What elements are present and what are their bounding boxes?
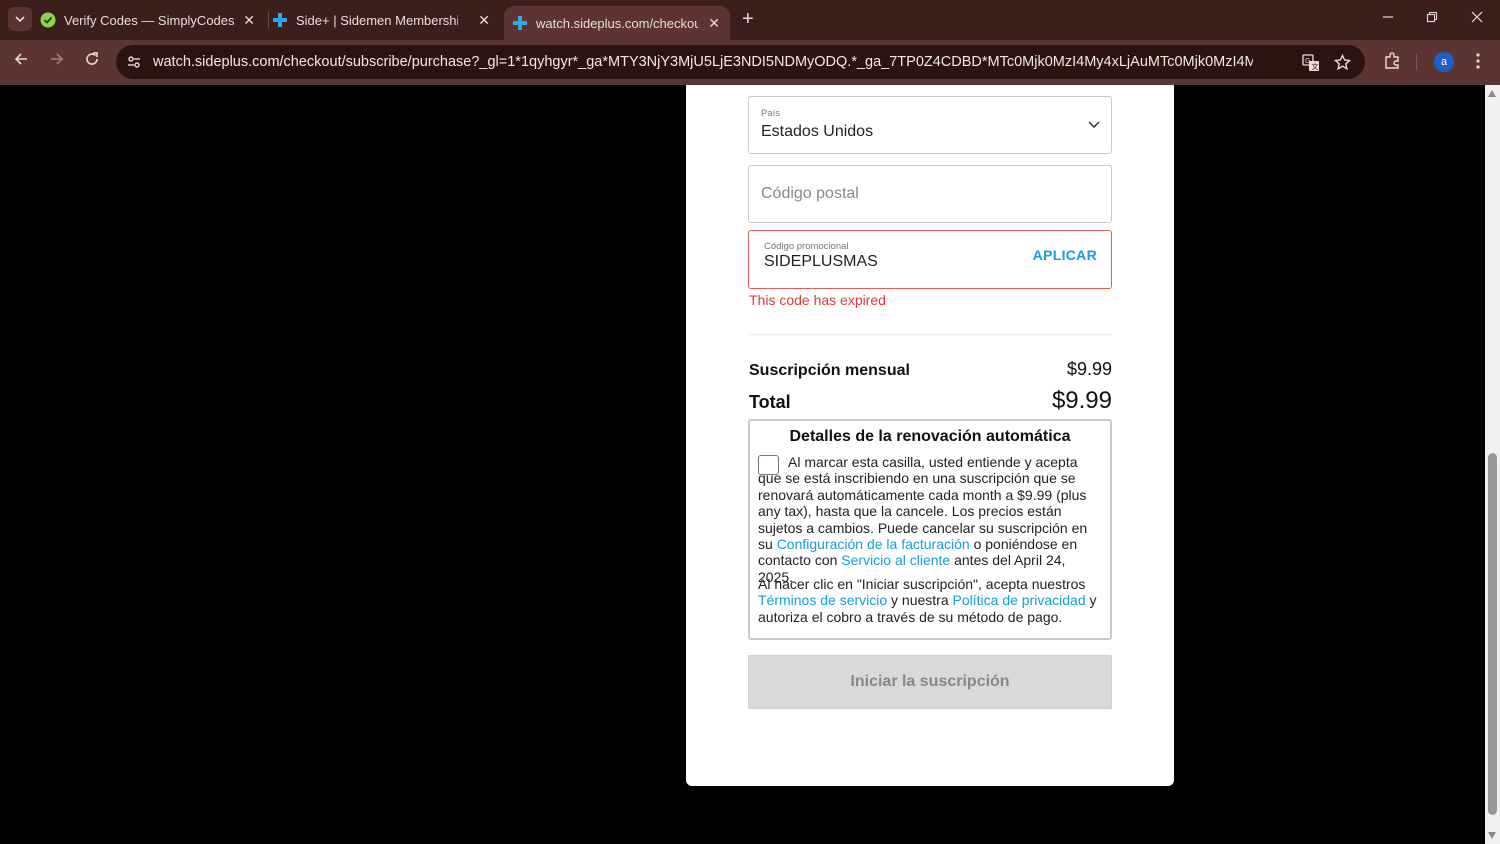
close-icon[interactable]: ✕ <box>243 12 255 29</box>
country-label: País <box>761 108 781 119</box>
tab-title: Verify Codes — SimplyCodes <box>64 12 234 28</box>
extensions-icon[interactable] <box>1383 52 1401 75</box>
promo-code-value: SIDEPLUSMAS <box>764 253 878 270</box>
divider <box>748 334 1112 335</box>
customer-service-link[interactable]: Servicio al cliente <box>841 552 950 568</box>
reload-icon <box>86 52 98 65</box>
close-window-button[interactable] <box>1471 10 1483 26</box>
subscription-label: Suscripción mensual <box>749 362 910 379</box>
terms-text-part: y nuestra <box>887 592 953 609</box>
restore-icon <box>1426 11 1438 23</box>
promo-error-message: This code has expired <box>749 292 886 308</box>
svg-text:G: G <box>1305 57 1310 65</box>
country-select[interactable]: País Estados Unidos <box>748 96 1112 154</box>
subscription-price: $9.99 <box>1066 359 1112 379</box>
tab-simplycodes[interactable]: Verify Codes — SimplyCodes ✕ <box>40 6 265 34</box>
profile-avatar[interactable]: a <box>1434 52 1454 72</box>
sideplus-icon <box>272 12 288 28</box>
billing-settings-link[interactable]: Configuración de la facturación <box>777 536 970 552</box>
tab-title: watch.sideplus.com/checkout/s <box>536 15 698 31</box>
auto-renewal-consent-text: Al marcar esta casilla, usted entiende y… <box>758 454 1104 585</box>
address-bar[interactable]: watch.sideplus.com/checkout/subscribe/pu… <box>116 45 1365 79</box>
menu-kebab-icon[interactable] <box>1472 52 1484 75</box>
translate-icon[interactable]: G文 <box>1302 54 1320 77</box>
auto-renewal-box: Detalles de la renovación automática Al … <box>748 419 1112 640</box>
restore-button[interactable] <box>1426 10 1438 26</box>
terms-of-service-link[interactable]: Términos de servicio <box>758 592 887 608</box>
arrow-left-icon <box>14 53 27 65</box>
sideplus-icon <box>512 15 528 31</box>
apply-promo-button[interactable]: APLICAR <box>1033 247 1097 263</box>
svg-text:文: 文 <box>1312 62 1319 71</box>
country-value: Estados Unidos <box>761 123 874 140</box>
back-button[interactable] <box>13 51 29 72</box>
total-row: Total $9.99 <box>749 387 1112 415</box>
privacy-policy-link[interactable]: Política de privacidad <box>953 592 1086 608</box>
new-tab-button[interactable]: + <box>742 9 754 29</box>
start-subscription-button[interactable]: Iniciar la suscripción <box>748 655 1112 709</box>
url-text[interactable]: watch.sideplus.com/checkout/subscribe/pu… <box>153 54 1253 70</box>
postal-code-input[interactable]: Código postal <box>748 165 1112 223</box>
close-icon <box>1471 11 1483 23</box>
minimize-icon <box>1383 16 1393 18</box>
reload-button[interactable] <box>84 51 100 72</box>
tab-sidemen-membership[interactable]: Side+ | Sidemen Membership C ✕ <box>272 6 500 34</box>
auto-renewal-title: Detalles de la renovación automática <box>789 428 1071 445</box>
bookmark-star-icon[interactable] <box>1333 53 1352 76</box>
tab-separator <box>268 12 269 28</box>
promo-code-label: Código promocional <box>764 241 849 252</box>
tab-title: Side+ | Sidemen Membership C <box>296 12 458 28</box>
tab-checkout[interactable]: watch.sideplus.com/checkout/s ✕ <box>504 6 730 40</box>
checkout-card: País Estados Unidos Código postal Código… <box>686 85 1174 786</box>
terms-text: Al hacer clic en "Iniciar suscripción", … <box>758 576 1104 625</box>
close-icon[interactable]: ✕ <box>478 12 490 29</box>
toolbar-separator <box>1416 54 1417 70</box>
arrow-right-icon <box>51 53 64 65</box>
page-viewport: País Estados Unidos Código postal Código… <box>0 85 1500 844</box>
promo-code-input[interactable]: Código promocional SIDEPLUSMAS APLICAR <box>748 230 1112 289</box>
auto-renewal-checkbox[interactable] <box>758 455 779 475</box>
total-price: $9.99 <box>1051 387 1112 414</box>
total-label: Total <box>749 392 791 412</box>
scroll-down-arrow-icon[interactable] <box>1488 832 1496 839</box>
tab-strip: Verify Codes — SimplyCodes ✕ Side+ | Sid… <box>0 0 1500 40</box>
chevron-down-icon <box>1087 117 1101 136</box>
tab-search-button[interactable] <box>8 7 32 31</box>
scroll-up-arrow-icon[interactable] <box>1488 90 1496 97</box>
chevron-down-icon <box>15 16 25 23</box>
simplycodes-icon <box>40 12 56 28</box>
scrollbar[interactable] <box>1485 85 1500 844</box>
close-icon[interactable]: ✕ <box>708 15 720 32</box>
subscription-row: Suscripción mensual $9.99 <box>749 359 1112 380</box>
terms-text-part: Al hacer clic en "Iniciar suscripción", … <box>758 576 1086 592</box>
scrollbar-thumb[interactable] <box>1488 453 1497 815</box>
forward-button[interactable] <box>49 51 65 72</box>
minimize-button[interactable] <box>1382 10 1394 26</box>
postal-code-placeholder: Código postal <box>761 185 859 202</box>
browser-toolbar: watch.sideplus.com/checkout/subscribe/pu… <box>0 40 1500 85</box>
site-settings-icon[interactable] <box>126 54 142 75</box>
